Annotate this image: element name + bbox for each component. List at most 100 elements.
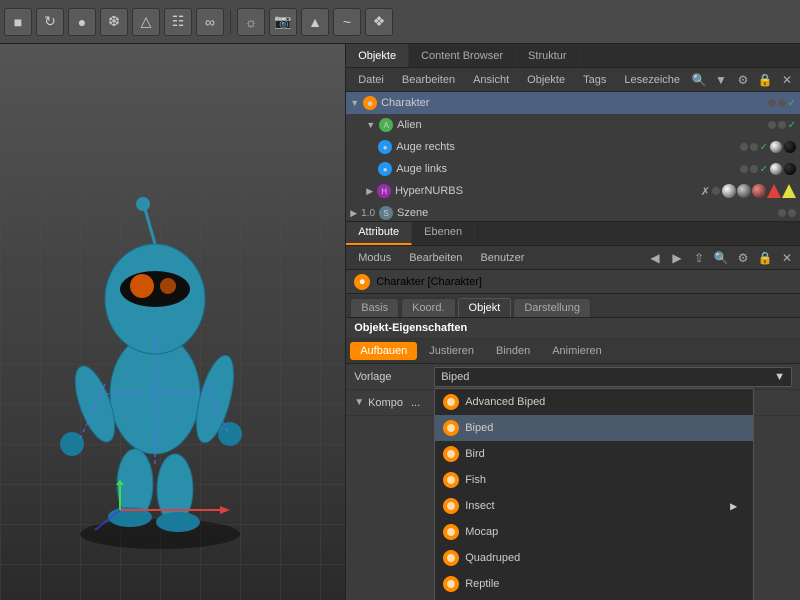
vorlage-dropdown[interactable]: Biped ▼ Advanced Biped [434,367,792,387]
sub-tab-animieren[interactable]: Animieren [542,342,612,360]
list-item[interactable]: ▼ ☻ Charakter ✓ [346,92,800,114]
main-tabs: Objekte Content Browser Struktur [346,44,800,68]
search-icon[interactable]: 🔍 [690,71,708,89]
obj-dot [750,165,758,173]
tool-spline[interactable]: ~ [333,8,361,36]
top-toolbar: ■ ↻ ● ❆ △ ☷ ∞ ☼ 📷 ▲ ~ ❖ [0,0,800,44]
tab-struktur[interactable]: Struktur [516,44,580,67]
sub-tab-binden[interactable]: Binden [486,342,540,360]
dropdown-item[interactable]: Insect [435,493,753,519]
btn-benutzer[interactable]: Benutzer [472,250,532,266]
tool-camera[interactable]: 📷 [269,8,297,36]
obj-label: Auge links [396,163,735,175]
btn-bearbeiten[interactable]: Bearbeiten [401,250,470,266]
tool-grid[interactable]: ☷ [164,8,192,36]
tool-deformer[interactable]: ❖ [365,8,393,36]
dropdown-item[interactable]: Advanced Biped [435,389,753,415]
obj-dot [740,165,748,173]
tool-sphere[interactable]: ● [68,8,96,36]
axes-svg [90,480,250,540]
obj-checkmark: ✓ [760,164,768,175]
tab-ebenen[interactable]: Ebenen [412,222,475,245]
tab-basis[interactable]: Basis [350,298,399,317]
obj-icon: ☻ [363,96,377,110]
menu-bearbeiten[interactable]: Bearbeiten [394,72,463,88]
item-icon [443,420,459,436]
item-label: Biped [465,422,493,434]
menu-objekte[interactable]: Objekte [519,72,573,88]
nav-up-icon[interactable]: ⇧ [690,249,708,267]
close-icon[interactable]: ✕ [778,249,796,267]
lock-icon[interactable]: 🔒 [756,249,774,267]
list-item[interactable]: ▶ 1.0 S Szene [346,202,800,222]
list-item[interactable]: ▶ H HyperNURBS ✗ [346,180,800,202]
secondary-toolbar: Datei Bearbeiten Ansicht Objekte Tags Le… [346,68,800,92]
vorlage-value: Biped [441,371,469,383]
filter-icon[interactable]: ▼ [712,71,730,89]
toolbar-sep [230,10,231,34]
menu-datei[interactable]: Datei [350,72,392,88]
tool-light[interactable]: ☼ [237,8,265,36]
kompo-label: Kompo [368,397,403,409]
tab-attribute[interactable]: Attribute [346,222,412,245]
search-icon[interactable]: 🔍 [712,249,730,267]
item-label: Advanced Biped [465,396,545,408]
vorlage-label: Vorlage [354,371,434,383]
settings-icon[interactable]: ⚙ [734,71,752,89]
gear-icon[interactable]: ⚙ [734,249,752,267]
vorlage-row: Vorlage Biped ▼ Advanced Biped [346,364,800,390]
obj-dot [778,99,786,107]
obj-dot [788,209,796,217]
close-icon[interactable]: ✕ [778,71,796,89]
char-icon: ☻ [354,274,370,290]
tool-clover[interactable]: ❆ [100,8,128,36]
menu-ansicht[interactable]: Ansicht [465,72,517,88]
dropdown-item[interactable]: Quadruped [435,545,753,571]
obj-icons-right: ✓ [768,98,796,109]
dropdown-item[interactable]: Biped ▸ [435,415,753,441]
obj-label: Szene [397,207,774,219]
tool-pyramid[interactable]: △ [132,8,160,36]
tab-objekte[interactable]: Objekte [346,44,409,67]
tool-polygon[interactable]: ▲ [301,8,329,36]
object-list: ▼ ☻ Charakter ✓ ▼ A Alien ✓ [346,92,800,222]
arrow-left-icon[interactable]: ◀ [646,249,664,267]
dropdown-item[interactable]: Mocap [435,519,753,545]
item-label: Insect [465,500,494,512]
lock-icon[interactable]: 🔒 [756,71,774,89]
viewport[interactable] [0,44,346,600]
list-item[interactable]: ● Auge rechts ✓ [346,136,800,158]
obj-icon: H [377,184,391,198]
arrow-right-icon[interactable]: ▶ [668,249,686,267]
obj-dot [740,143,748,151]
menu-lesezeiche[interactable]: Lesezeiche [616,72,688,88]
sub-tab-justieren[interactable]: Justieren [419,342,484,360]
kompo-extra: ... [411,397,420,409]
item-icon [443,394,459,410]
tab-darstellung[interactable]: Darstellung [513,298,591,317]
tool-rotate[interactable]: ↻ [36,8,64,36]
dropdown-item[interactable]: Reptile [435,571,753,597]
dropdown-item[interactable]: Bird [435,441,753,467]
shape-icon [767,184,781,198]
item-label: Mocap [465,526,498,538]
obj-dot [768,99,776,107]
sub-tab-aufbauen[interactable]: Aufbauen [350,342,417,360]
material-preview [784,163,796,175]
material-preview [770,141,782,153]
tab-objekt[interactable]: Objekt [458,298,512,317]
menu-tags[interactable]: Tags [575,72,614,88]
obj-props-header: Objekt-Eigenschaften [346,318,800,339]
dropdown-item[interactable]: Wings [435,597,753,600]
tab-koord[interactable]: Koord. [401,298,455,317]
sub-tabs: Aufbauen Justieren Binden Animieren [346,339,800,364]
list-item[interactable]: ● Auge links ✓ [346,158,800,180]
tab-content-browser[interactable]: Content Browser [409,44,516,67]
tool-cube[interactable]: ■ [4,8,32,36]
list-item[interactable]: ▼ A Alien ✓ [346,114,800,136]
btn-modus[interactable]: Modus [350,250,399,266]
obj-dot [712,187,720,195]
item-icon [443,472,459,488]
tool-infinity[interactable]: ∞ [196,8,224,36]
dropdown-item[interactable]: Fish [435,467,753,493]
